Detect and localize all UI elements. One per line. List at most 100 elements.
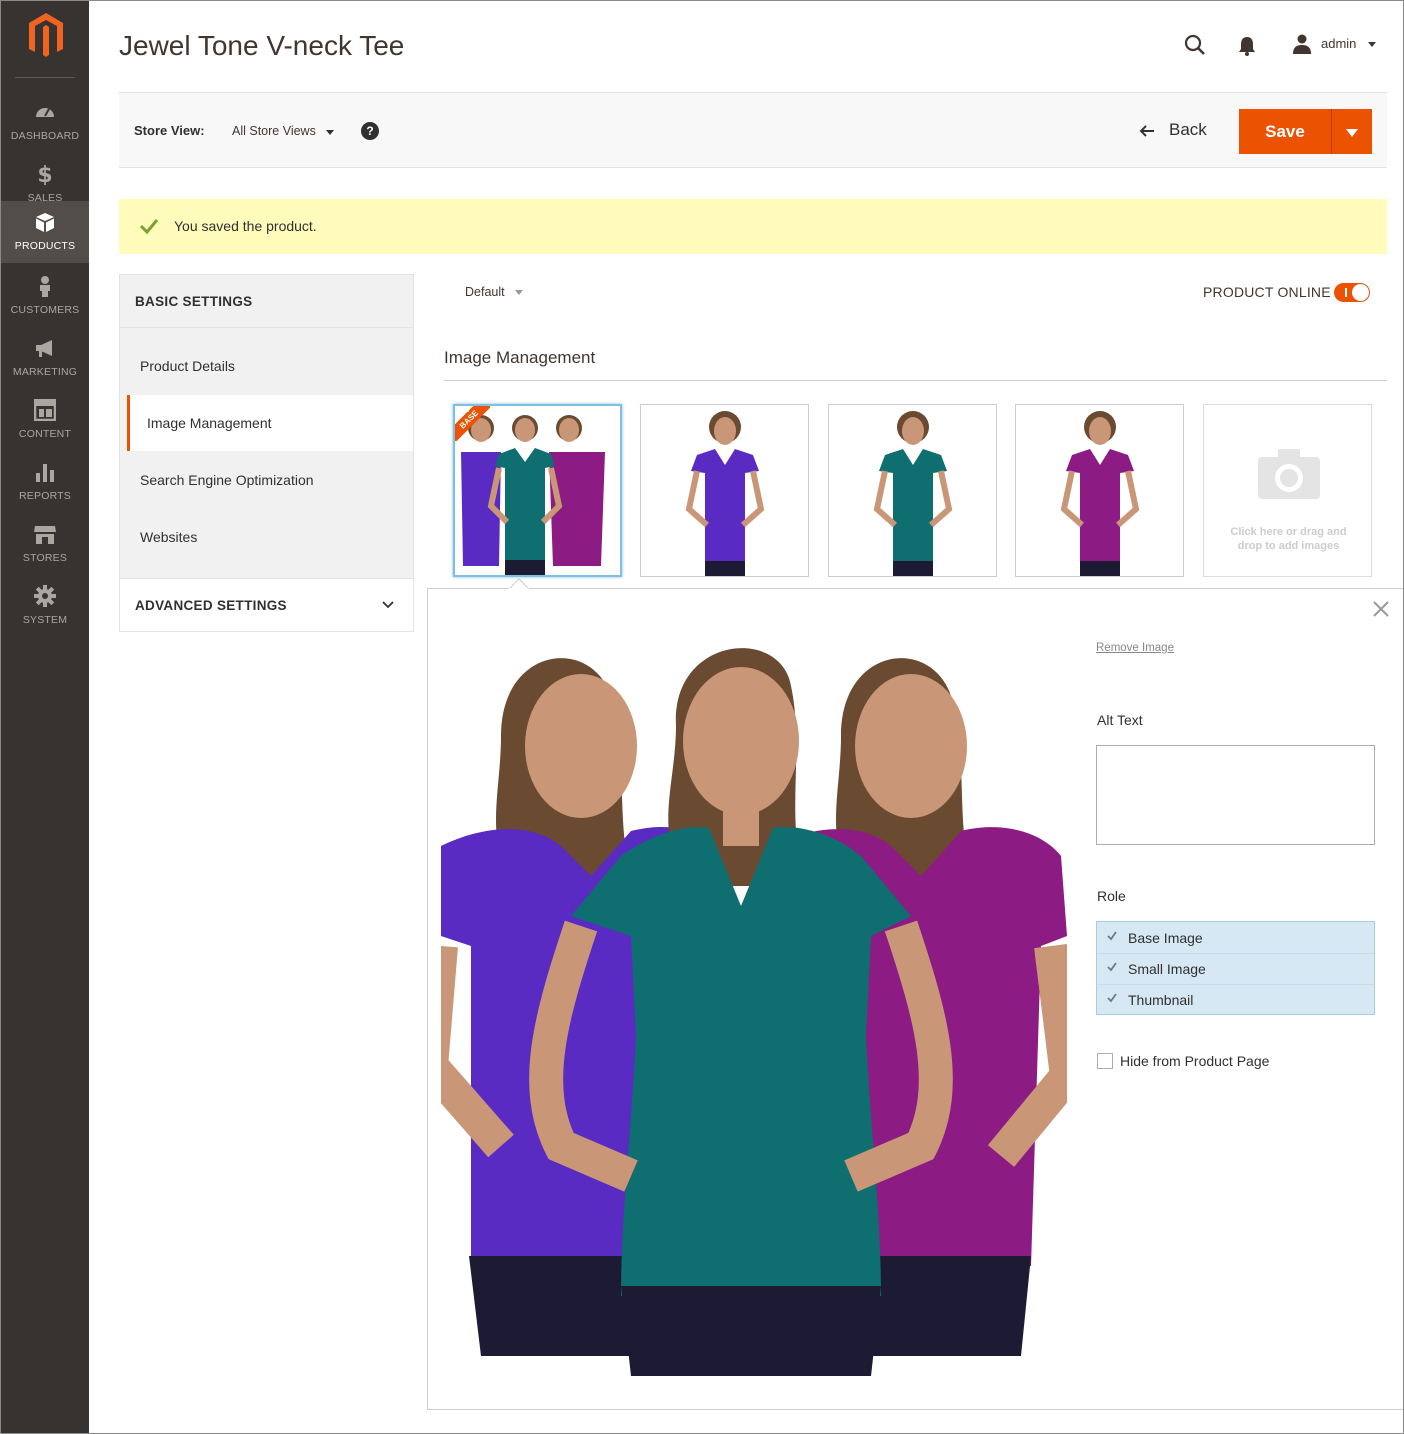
dollar-icon: $ <box>37 163 52 185</box>
nav-label: SYSTEM <box>22 614 68 626</box>
alt-text-input[interactable] <box>1096 745 1375 845</box>
drag-handle-icon[interactable] <box>641 405 657 414</box>
page-title: Jewel Tone V-neck Tee <box>119 30 405 61</box>
nav-reports[interactable]: REPORTS <box>1 451 89 513</box>
arrow-left-icon <box>1139 125 1154 137</box>
logo-divider <box>15 77 75 78</box>
nav-label: REPORTS <box>19 490 71 502</box>
user-icon <box>1293 34 1311 54</box>
nav-marketing[interactable]: MARKETING <box>1 327 89 389</box>
nav-label: PRODUCTS <box>14 240 76 252</box>
checkmark-icon <box>1107 931 1117 941</box>
checkmark-icon <box>1107 993 1117 1003</box>
gear-icon <box>34 585 56 607</box>
chevron-down-icon <box>515 290 523 295</box>
hide-from-product-page-label: Hide from Product Page <box>1120 1053 1270 1069</box>
toggle-knob <box>1352 284 1369 301</box>
dashboard-icon <box>36 108 54 117</box>
nav-search-engine-optimization[interactable]: Search Engine Optimization <box>120 452 413 508</box>
image-upload-dropzone[interactable]: Click here or drag and drop to add image… <box>1203 404 1372 577</box>
section-title: Image Management <box>444 348 596 367</box>
message-text: You saved the product. <box>174 218 317 234</box>
save-options-toggle[interactable] <box>1331 109 1372 154</box>
image-thumbnail[interactable] <box>640 404 809 577</box>
role-option-label: Small Image <box>1128 961 1206 977</box>
close-icon[interactable] <box>1372 600 1390 618</box>
nav-product-details[interactable]: Product Details <box>120 338 413 394</box>
product-image <box>685 411 765 576</box>
panel-pointer <box>509 578 529 589</box>
camera-icon <box>1258 449 1320 499</box>
advanced-settings-toggle[interactable]: ADVANCED SETTINGS <box>120 578 413 631</box>
nav-label: CONTENT <box>18 428 72 440</box>
image-thumbnail-base[interactable]: BASE <box>453 404 622 577</box>
megaphone-icon <box>36 340 52 357</box>
box-icon <box>36 213 54 232</box>
role-multiselect: Base Image Small Image Thumbnail <box>1096 921 1375 1015</box>
role-option-label: Base Image <box>1128 930 1203 946</box>
product-image <box>1060 411 1140 576</box>
chevron-down-icon <box>1368 42 1376 47</box>
section-navigation: BASIC SETTINGS Product Details Image Man… <box>119 274 414 632</box>
page-actions-bar: Store View: All Store Views ? Back Save <box>119 92 1387 168</box>
person-icon <box>40 276 50 297</box>
model-figure <box>487 415 563 575</box>
svg-text:$: $ <box>37 163 52 185</box>
checkmark-icon <box>1107 962 1117 972</box>
nav-stores[interactable]: STORES <box>1 513 89 575</box>
admin-sidebar: DASHBOARD $ SALES PRODUCTS CUSTOMERS MAR… <box>1 1 89 1433</box>
drag-handle-icon[interactable] <box>455 406 471 415</box>
bar-chart-icon <box>36 464 54 482</box>
upload-hint: Click here or drag and drop to add image… <box>1230 526 1347 552</box>
nav-label: MARKETING <box>12 366 78 378</box>
drag-handle-icon[interactable] <box>829 405 845 414</box>
nav-customers[interactable]: CUSTOMERS <box>1 265 89 327</box>
role-option-small-image[interactable]: Small Image <box>1097 953 1374 984</box>
large-product-image <box>441 616 1067 1384</box>
nav-websites[interactable]: Websites <box>120 509 413 565</box>
nav-image-management[interactable]: Image Management <box>127 395 413 451</box>
role-option-label: Thumbnail <box>1128 992 1194 1008</box>
search-icon[interactable] <box>1184 34 1206 56</box>
role-option-base-image[interactable]: Base Image <box>1097 922 1374 953</box>
checkmark-icon <box>139 219 159 235</box>
advanced-settings-heading: ADVANCED SETTINGS <box>135 598 287 613</box>
store-view-switcher[interactable]: All Store Views <box>232 124 334 138</box>
scope-value: Default <box>465 285 505 299</box>
toggle-on-indicator <box>1345 288 1347 297</box>
section-divider <box>444 380 1387 381</box>
storefront-icon <box>34 526 56 544</box>
bell-icon[interactable] <box>1238 36 1256 56</box>
nav-dashboard[interactable]: DASHBOARD <box>1 91 89 153</box>
drag-handle-icon[interactable] <box>1016 405 1032 414</box>
basic-settings-heading: BASIC SETTINGS <box>135 294 253 309</box>
remove-image-link[interactable]: Remove Image <box>1096 642 1174 654</box>
divider <box>120 327 413 328</box>
help-icon[interactable]: ? <box>361 122 379 140</box>
chevron-down-icon <box>326 130 334 135</box>
store-view-label: Store View: <box>134 123 205 138</box>
nav-products[interactable]: PRODUCTS <box>1 201 89 263</box>
image-thumbnail[interactable] <box>828 404 997 577</box>
hide-from-product-page-checkbox[interactable] <box>1097 1053 1113 1069</box>
nav-content[interactable]: CONTENT <box>1 389 89 451</box>
back-label: Back <box>1169 120 1207 139</box>
save-button[interactable]: Save <box>1239 109 1331 154</box>
nav-label: CUSTOMERS <box>10 304 80 316</box>
admin-username: admin <box>1321 36 1357 51</box>
role-option-thumbnail[interactable]: Thumbnail <box>1097 984 1374 1015</box>
nav-label: DASHBOARD <box>10 130 80 142</box>
success-message: You saved the product. <box>119 199 1387 254</box>
chevron-down-icon <box>1346 129 1358 137</box>
scope-switcher[interactable]: Default <box>465 285 523 299</box>
nav-system[interactable]: SYSTEM <box>1 575 89 637</box>
alt-text-label: Alt Text <box>1097 712 1143 728</box>
store-view-value: All Store Views <box>232 124 316 138</box>
product-online-toggle[interactable] <box>1334 283 1370 302</box>
magento-logo[interactable] <box>25 11 67 61</box>
product-online-label: PRODUCT ONLINE <box>1203 284 1331 300</box>
product-image <box>873 411 953 576</box>
nav-label: STORES <box>22 552 68 564</box>
chevron-down-icon <box>382 601 394 609</box>
image-thumbnail[interactable] <box>1015 404 1184 577</box>
